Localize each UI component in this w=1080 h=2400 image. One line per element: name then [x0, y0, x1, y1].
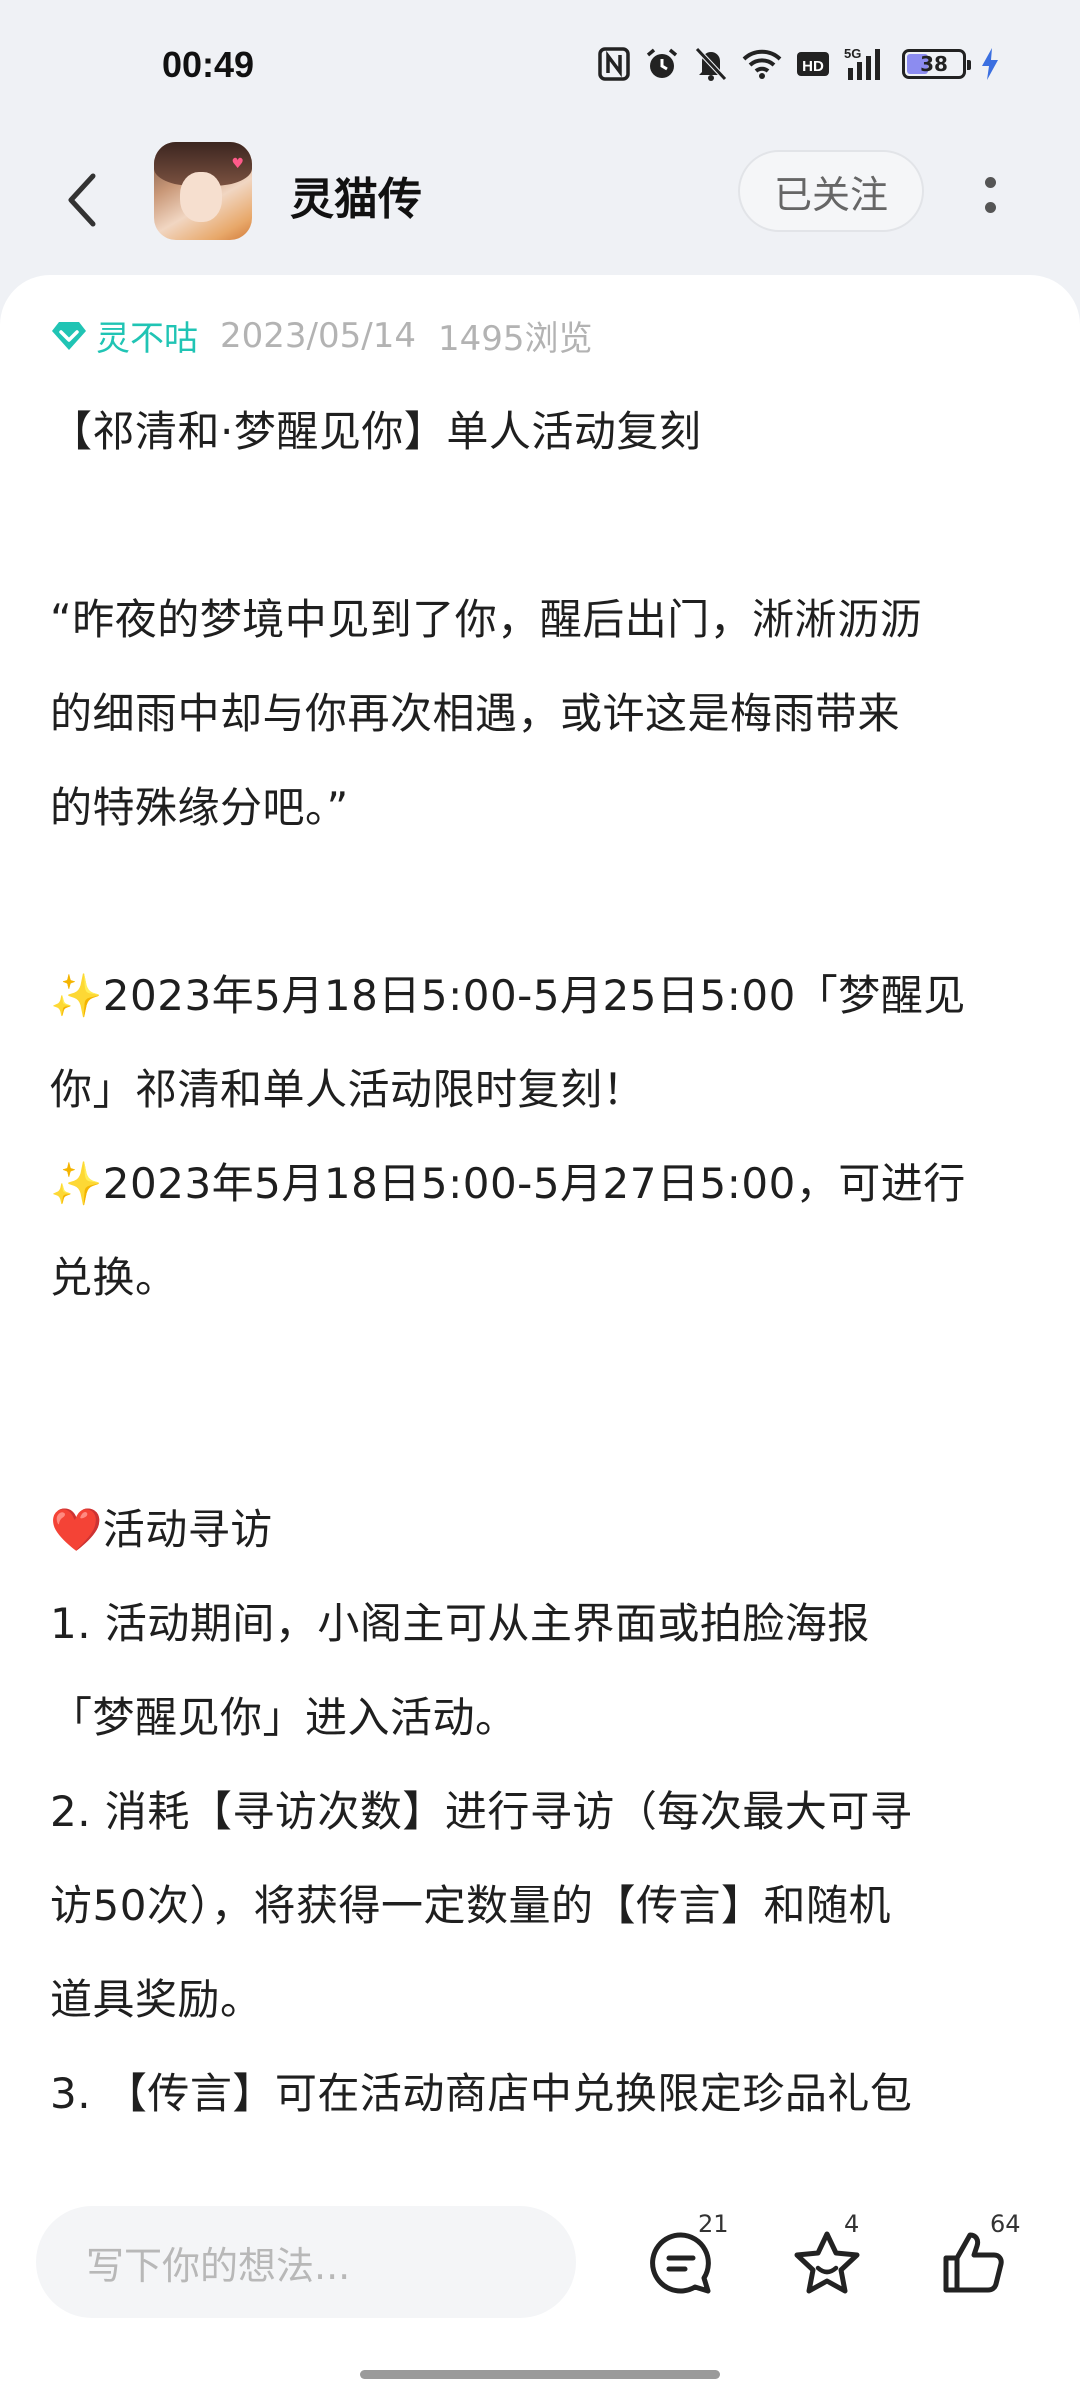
battery-icon: 38	[902, 49, 971, 79]
list-item: 道具奖励。	[50, 1975, 263, 2024]
list-item: 1. 活动期间，小阁主可从主界面或拍脸海报	[50, 1599, 870, 1648]
mute-icon	[694, 46, 728, 82]
avatar[interactable]: ♥	[154, 142, 252, 240]
verified-badge-icon	[52, 321, 86, 350]
status-icons: HD 5G 38	[598, 46, 1000, 82]
page-title: 灵猫传	[290, 174, 422, 225]
post-views: 1495浏览	[437, 319, 593, 359]
post-date: 2023/05/14	[220, 315, 416, 356]
list-item: 2. 消耗【寻访次数】进行寻访（每次最大可寻	[50, 1787, 913, 1836]
comment-count: 21	[698, 2210, 729, 2238]
wifi-icon	[742, 46, 782, 82]
alarm-icon	[644, 46, 680, 82]
quote-line: 的特殊缘分吧。”	[50, 783, 349, 832]
comment-input[interactable]: 写下你的想法...	[36, 2206, 576, 2318]
hd-icon: HD	[796, 46, 830, 82]
battery-level: 38	[920, 52, 948, 76]
list-item: 访50次），将获得一定数量的【传言】和随机	[50, 1881, 891, 1930]
home-indicator[interactable]	[360, 2370, 720, 2379]
exchange-time-line: 兑换。	[50, 1253, 178, 1302]
like-button[interactable]: 64	[928, 2210, 1021, 2308]
post-author[interactable]: 灵不咕	[96, 311, 198, 360]
status-time: 00:49	[162, 44, 255, 85]
charging-icon	[980, 46, 1000, 82]
exchange-time-line: ✨2023年5月18日5:00-5月27日5:00，可进行	[50, 1159, 966, 1208]
section-title: ❤️活动寻访	[50, 1505, 273, 1554]
chevron-left-icon	[68, 173, 96, 227]
more-options-button[interactable]	[970, 155, 1010, 235]
post-title-line: 【祁清和·梦醒见你】单人活动复刻	[50, 407, 702, 456]
nfc-icon	[598, 46, 630, 82]
favorite-count: 4	[844, 2210, 860, 2238]
list-item: 「梦醒见你」进入活动。	[50, 1693, 518, 1742]
list-item: 3. 【传言】可在活动商店中兑换限定珍品礼包	[50, 2069, 913, 2118]
favorite-button[interactable]: 4	[782, 2210, 872, 2308]
post-card: 灵不咕 2023/05/14 1495浏览 【祁清和·梦醒见你】单人活动复刻 “…	[0, 275, 1080, 2175]
header: ♥ 灵猫传 已关注	[0, 135, 1080, 275]
comment-icon	[650, 2232, 711, 2294]
comment-button[interactable]: 21	[636, 2210, 729, 2308]
post-body: 【祁清和·梦醒见你】单人活动复刻 “昨夜的梦境中见到了你，醒后出门，淅淅沥沥 的…	[50, 385, 1040, 2141]
thumbs-up-icon	[943, 2232, 1004, 2293]
post-meta: 灵不咕 2023/05/14 1495浏览	[50, 311, 593, 360]
back-button[interactable]	[52, 160, 112, 240]
quote-line: “昨夜的梦境中见到了你，醒后出门，淅淅沥沥	[50, 595, 923, 644]
star-icon	[794, 2231, 860, 2294]
like-count: 64	[990, 2210, 1021, 2238]
svg-text:HD: HD	[802, 58, 824, 75]
event-time-line: 你」祁清和单人活动限时复刻！	[50, 1065, 646, 1114]
bottom-action-bar: 写下你的想法... 21 4 64	[0, 2174, 1080, 2400]
svg-text:5G: 5G	[844, 46, 861, 61]
quote-line: 的细雨中却与你再次相遇，或许这是梅雨带来	[50, 689, 901, 738]
follow-button[interactable]: 已关注	[738, 150, 924, 232]
event-time-line: ✨2023年5月18日5:00-5月25日5:00「梦醒见	[50, 971, 966, 1020]
signal-5g-icon: 5G	[844, 46, 888, 82]
status-bar: 00:49 HD 5G 38	[0, 0, 1080, 135]
